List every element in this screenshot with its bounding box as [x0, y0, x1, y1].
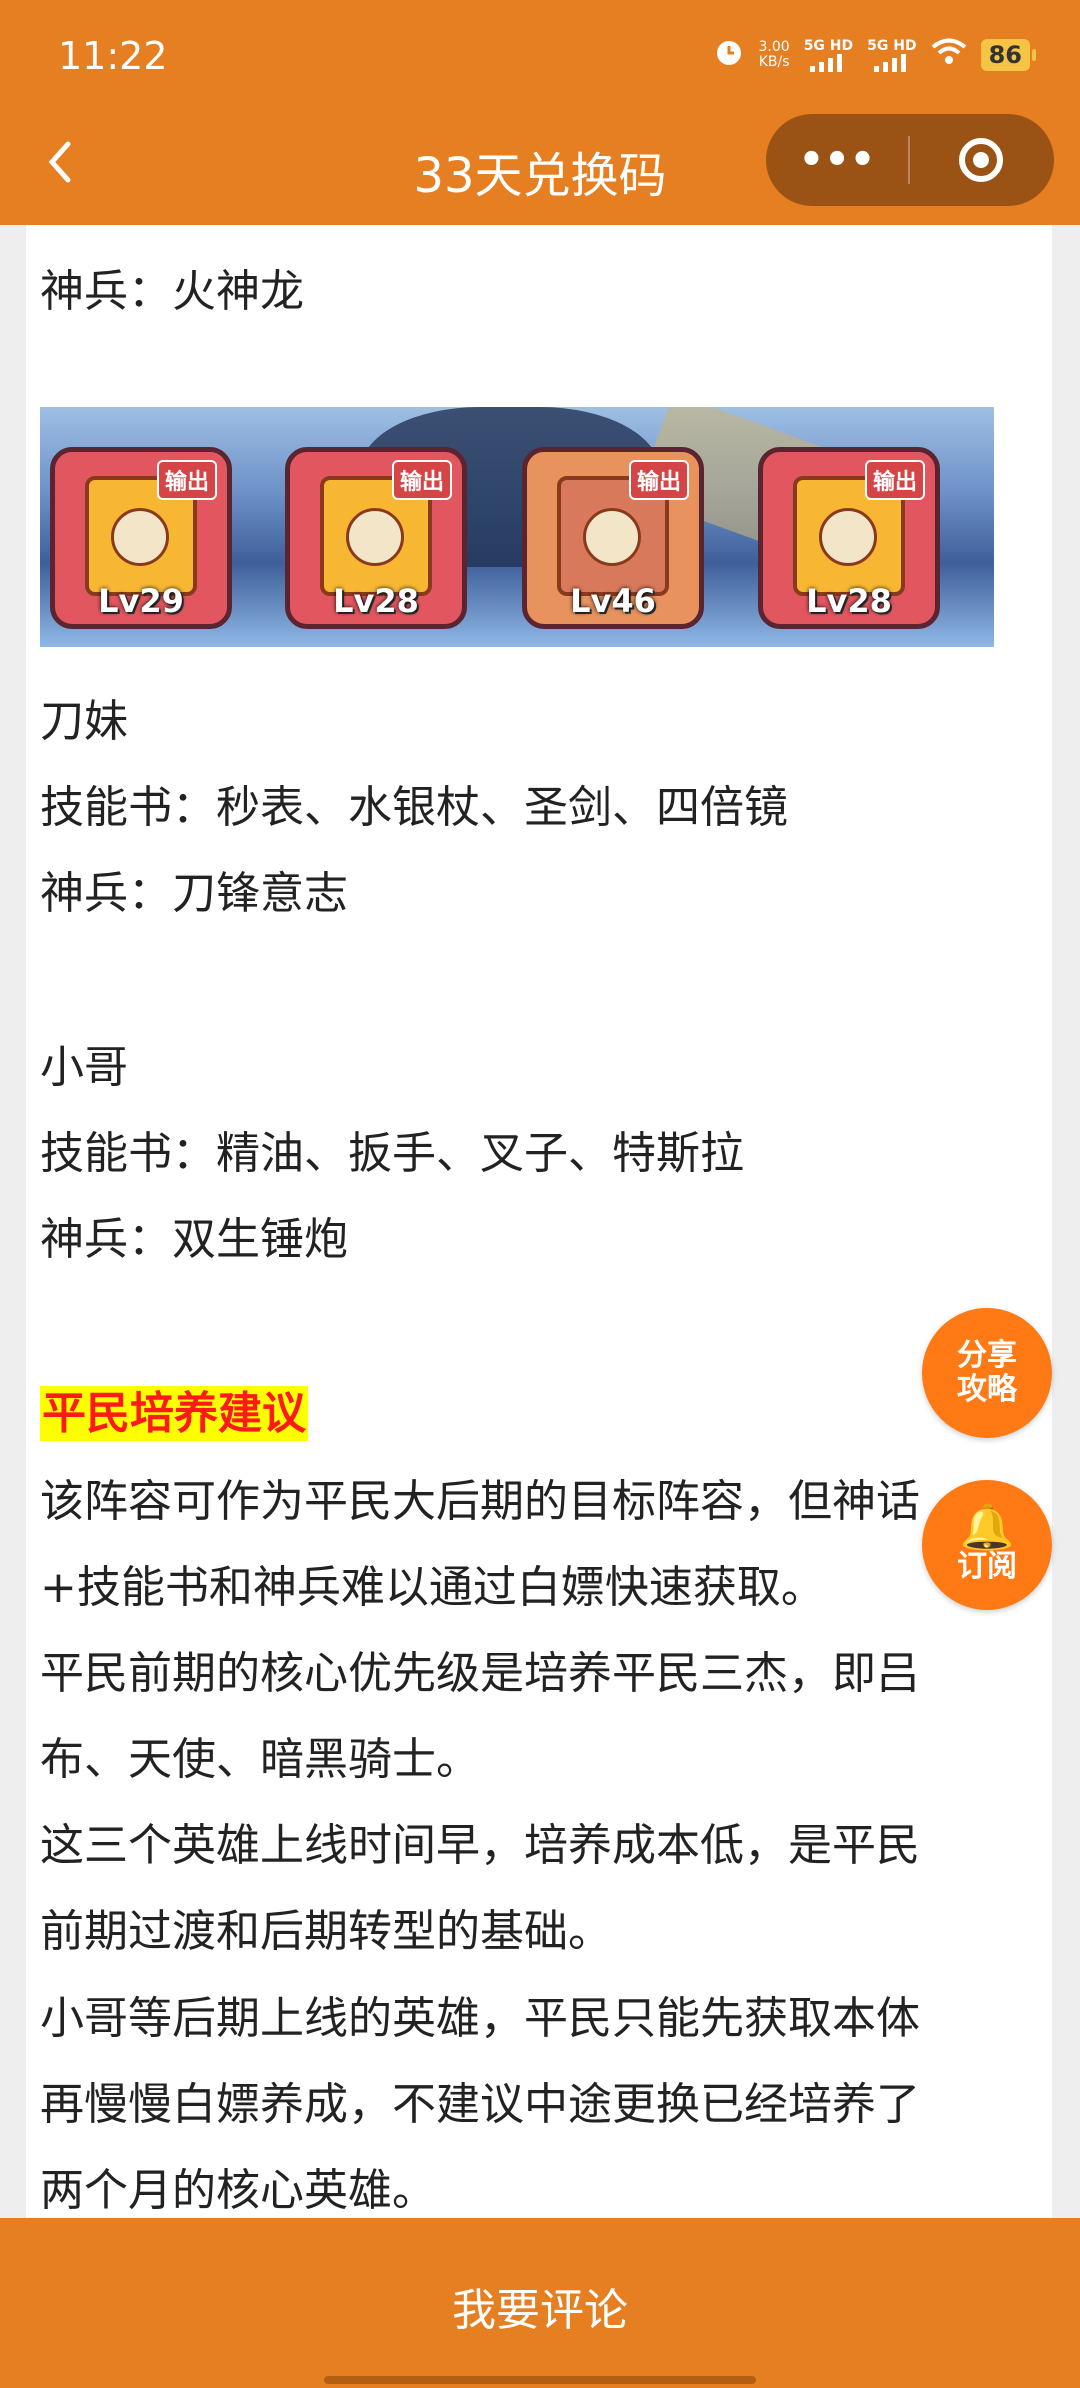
status-bar: 11:22 3.00 KB/s 5G HD 5G HD 86: [0, 0, 1080, 110]
signal-5g-1: 5G HD: [804, 38, 853, 72]
para3-line2: 前期过渡和后期转型的基础。: [40, 1906, 612, 1957]
para4-line2: 再慢慢白嫖养成，不建议中途更换已经培养了: [40, 2079, 920, 2130]
comment-button[interactable]: 我要评论: [0, 2274, 1080, 2338]
para1-line1: 该阵容可作为平民大后期的目标阵容，但神话: [40, 1476, 920, 1527]
skill-card: 输出 Lv28: [285, 447, 467, 629]
hero2-name: 小哥: [40, 1042, 128, 1093]
article-content: 神兵：火神龙 输出 Lv29 输出 Lv28 输出 Lv46 输出 Lv28 刀…: [26, 225, 1052, 2218]
signal-5g-2: 5G HD: [867, 38, 917, 72]
bell-icon: 🔔: [959, 1502, 1015, 1553]
alarm-icon: [713, 36, 745, 73]
para2-line1: 平民前期的核心优先级是培养平民三杰，即吕: [40, 1648, 920, 1699]
nav-bar: 33天兑换码 •••: [0, 110, 1080, 225]
target-icon: [959, 138, 1003, 182]
hero1-name: 刀妹: [40, 696, 128, 747]
subscribe-button[interactable]: 🔔 订阅: [922, 1480, 1052, 1610]
skill-card: 输出 Lv28: [758, 447, 940, 629]
para4-line3: 两个月的核心英雄。: [40, 2165, 436, 2216]
status-time: 11:22: [58, 34, 168, 78]
hero1-weapon: 神兵：刀锋意志: [40, 868, 348, 919]
battery-indicator: 86: [980, 38, 1037, 71]
mini-program-capsule: •••: [766, 114, 1054, 206]
home-indicator[interactable]: [324, 2376, 756, 2384]
share-guide-button[interactable]: 分享 攻略: [922, 1308, 1052, 1438]
hero2-books: 技能书：精油、扳手、叉子、特斯拉: [40, 1128, 744, 1179]
para2-line2: 布、天使、暗黑骑士。: [40, 1734, 480, 1785]
hero1-books: 技能书：秒表、水银杖、圣剑、四倍镜: [40, 782, 788, 833]
status-icons: 3.00 KB/s 5G HD 5G HD 86: [713, 36, 1037, 73]
para4-line1: 小哥等后期上线的英雄，平民只能先获取本体: [40, 1993, 920, 2044]
skill-card: 输出 Lv29: [50, 447, 232, 629]
net-speed: 3.00 KB/s: [758, 38, 790, 70]
close-target-button[interactable]: [910, 138, 1052, 182]
bottom-bar: 我要评论: [0, 2218, 1080, 2388]
para3-line1: 这三个英雄上线时间早，培养成本低，是平民: [40, 1820, 920, 1871]
hero2-weapon: 神兵：双生锤炮: [40, 1214, 348, 1265]
weapon-fire-line: 神兵：火神龙: [40, 266, 304, 317]
section-heading: 平民培养建议: [40, 1386, 308, 1441]
wifi-icon: [931, 38, 967, 71]
para1-line2: +技能书和神兵难以通过白嫖快速获取。: [40, 1562, 825, 1613]
skill-card: 输出 Lv46: [522, 447, 704, 629]
more-button[interactable]: •••: [766, 137, 908, 183]
skill-books-image: 输出 Lv29 输出 Lv28 输出 Lv46 输出 Lv28: [40, 407, 994, 647]
